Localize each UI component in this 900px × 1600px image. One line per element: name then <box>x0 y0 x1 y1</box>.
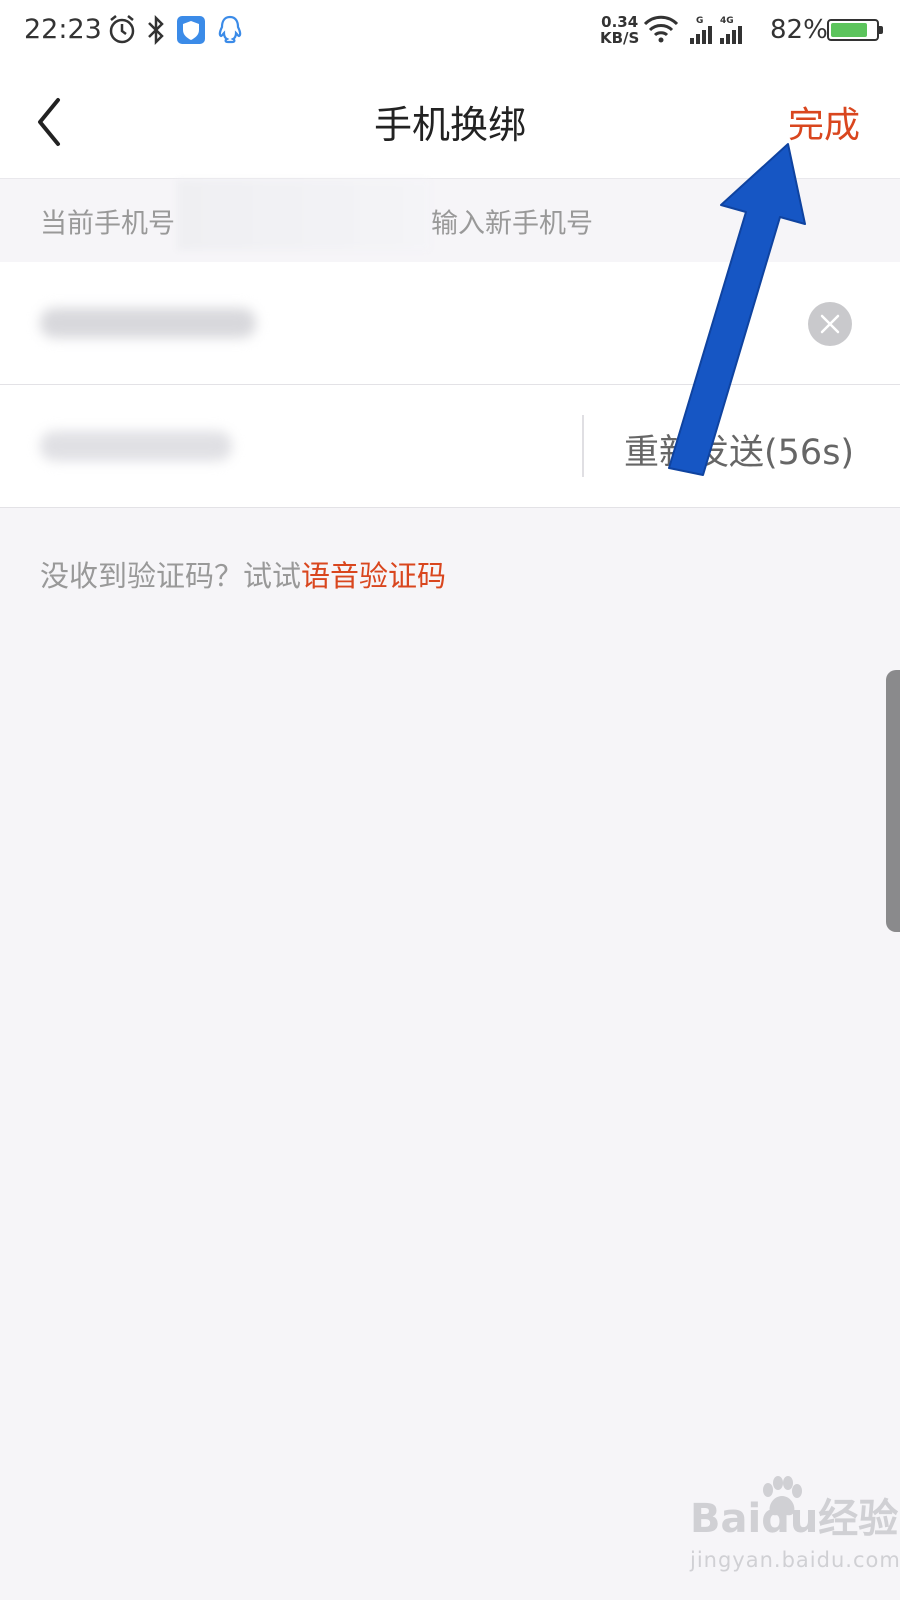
close-icon <box>820 314 840 334</box>
net-speed: 0.34 KB/S <box>600 14 639 46</box>
voice-hint-text: 没收到验证码？试试 <box>40 559 302 593</box>
hint-prefix: 当前手机号 <box>40 208 175 240</box>
voice-code-link[interactable]: 语音验证码 <box>301 559 446 593</box>
status-time: 22:23 <box>24 14 102 45</box>
voice-code-hint: 没收到验证码？试试语音验证码 <box>40 553 446 595</box>
resend-button[interactable]: 重新发送(56s) <box>624 424 854 475</box>
current-phone-hint: 当前手机号 输入新手机号 <box>40 180 593 250</box>
clear-input-button[interactable] <box>808 302 852 346</box>
status-bar: 22:23 0.34 KB/S G 4G 82% <box>0 0 900 64</box>
page-title: 手机换绑 <box>373 103 526 147</box>
shield-icon <box>177 16 205 44</box>
baidu-watermark: Baidu经验 jingyan.baidu.com <box>690 1476 900 1572</box>
battery-fill <box>831 23 867 37</box>
field-divider <box>582 415 584 477</box>
wifi-icon <box>643 15 679 43</box>
net-speed-unit: KB/S <box>600 29 640 47</box>
hint-suffix: 输入新手机号 <box>431 208 593 240</box>
battery-percent: 82% <box>770 15 828 45</box>
net-speed-value: 0.34 <box>601 13 639 31</box>
new-phone-value-redacted <box>40 308 256 338</box>
signal-label-g: G <box>696 16 703 26</box>
new-phone-field[interactable] <box>0 262 900 385</box>
signal-4g-icon: 4G <box>720 16 742 44</box>
watermark-url: jingyan.baidu.com <box>690 1548 900 1572</box>
battery-icon <box>827 19 883 41</box>
qq-icon <box>218 15 242 44</box>
current-phone-redacted <box>177 180 429 250</box>
baidu-paw-icon <box>763 1476 802 1516</box>
code-placeholder-redacted <box>40 431 232 461</box>
alarm-icon <box>109 15 135 44</box>
done-button[interactable]: 完成 <box>788 96 860 148</box>
signal-icon: G <box>690 16 712 44</box>
side-drawer-handle[interactable] <box>886 670 900 932</box>
nav-bar: 手机换绑 完成 <box>0 64 900 179</box>
signal-label-4g: 4G <box>720 16 734 26</box>
bluetooth-icon <box>148 14 164 46</box>
